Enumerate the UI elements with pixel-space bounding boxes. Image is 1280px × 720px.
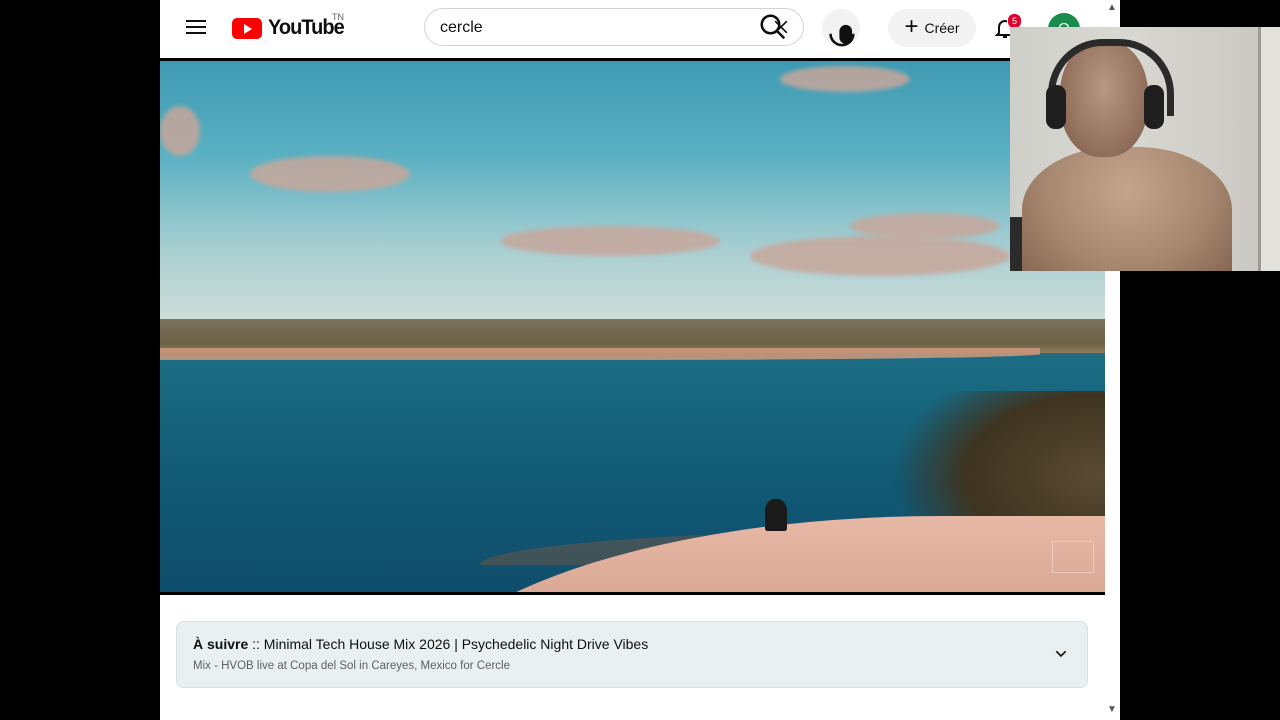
cloud xyxy=(750,236,1010,276)
youtube-play-icon xyxy=(232,17,262,39)
youtube-logo[interactable]: YouTube TN xyxy=(232,12,346,40)
up-next-card[interactable]: À suivre :: Minimal Tech House Mix 2026 … xyxy=(176,621,1088,688)
search-icon[interactable] xyxy=(758,10,788,44)
hamburger-menu-icon[interactable] xyxy=(184,16,208,40)
headset-earcup xyxy=(1144,85,1164,129)
country-code: TN xyxy=(332,12,344,22)
scrollbar-up-arrow[interactable]: ▲ xyxy=(1106,2,1118,14)
plus-icon: + xyxy=(904,13,919,40)
create-button[interactable]: + Créer xyxy=(888,9,976,47)
video-sky xyxy=(160,61,1105,331)
youtube-page: YouTube TN cercle + Créer 5 ▲ À suivre:… xyxy=(160,0,1120,720)
up-next-subtitle: Mix - HVOB live at Copa del Sol in Carey… xyxy=(193,660,510,672)
search-input[interactable]: cercle xyxy=(440,19,483,37)
video-beach xyxy=(160,348,1040,360)
video-player[interactable] xyxy=(160,58,1105,595)
webcam-overlay xyxy=(1010,27,1280,271)
cloud xyxy=(160,106,200,156)
create-label: Créer xyxy=(924,20,960,36)
cloud xyxy=(250,156,410,192)
webcam-door xyxy=(1258,27,1280,271)
cloud xyxy=(850,213,1000,239)
video-watermark xyxy=(1052,541,1094,573)
search-box[interactable]: cercle xyxy=(424,8,804,46)
scrollbar-down-arrow[interactable]: ▼ xyxy=(1106,704,1118,716)
up-next-title: À suivre :: Minimal Tech House Mix 2026 … xyxy=(193,636,648,652)
headset-earcup xyxy=(1046,85,1066,129)
webcam-person-body xyxy=(1022,147,1232,271)
microphone-icon xyxy=(829,24,855,47)
masthead: YouTube TN cercle + Créer 5 ▲ xyxy=(160,0,1120,56)
up-next-prefix: À suivre xyxy=(193,636,249,652)
cloud xyxy=(780,66,910,92)
voice-search-button[interactable] xyxy=(822,9,860,47)
cloud xyxy=(500,226,720,256)
up-next-video-title: :: Minimal Tech House Mix 2026 | Psyched… xyxy=(248,636,649,652)
chevron-down-icon[interactable] xyxy=(1053,646,1069,662)
video-rider xyxy=(765,499,787,531)
